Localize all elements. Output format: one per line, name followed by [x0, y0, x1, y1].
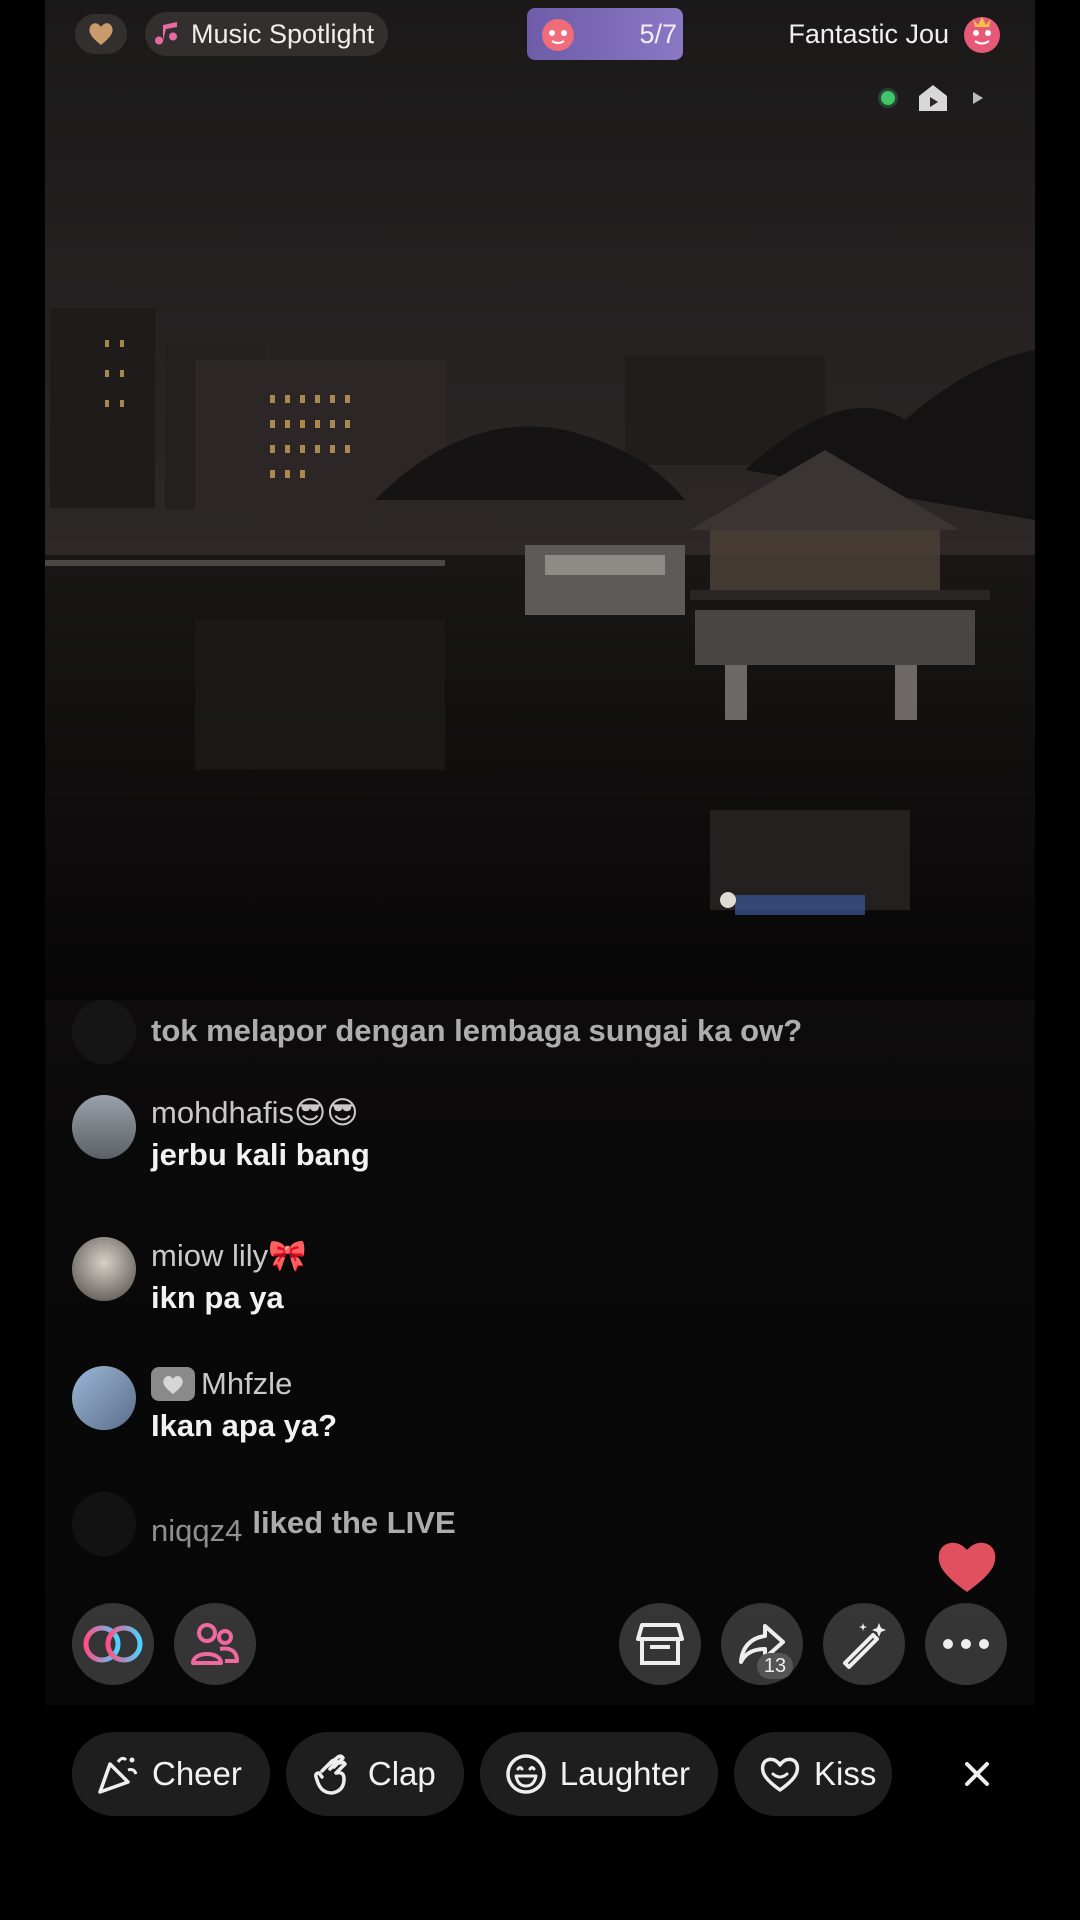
cheer-button[interactable]: Cheer	[72, 1732, 270, 1816]
people-icon	[191, 1623, 239, 1665]
host-avatar-icon	[964, 17, 1000, 53]
clap-icon	[313, 1754, 347, 1795]
magic-wand-icon	[843, 1623, 886, 1669]
ranking-pill[interactable]: 5/7	[527, 8, 683, 60]
spotlight-label: Music Spotlight	[191, 18, 375, 49]
music-spotlight-chip[interactable]: Music Spotlight	[145, 12, 389, 56]
reaction-label: Clap	[367, 1755, 436, 1792]
comment-message: ikn pa ya	[151, 1280, 284, 1315]
clap-button[interactable]: Clap	[285, 1732, 464, 1816]
comment-message: jerbu kali bang	[151, 1137, 370, 1172]
avatar	[72, 1366, 136, 1430]
avatar	[72, 1000, 136, 1064]
share-count: 13	[757, 1653, 793, 1679]
comment-item[interactable]: tok melapor dengan lembaga sungai ka ow?	[72, 1000, 802, 1064]
comment-item[interactable]: niqqz4 liked the LIVE	[72, 1492, 456, 1556]
music-note-icon	[155, 22, 177, 45]
close-icon[interactable]	[955, 1752, 999, 1796]
rank-value: 5/7	[639, 18, 677, 49]
party-popper-icon	[98, 1756, 138, 1794]
online-dot	[881, 91, 895, 105]
heart-badge-icon	[89, 23, 113, 45]
avatar	[72, 1237, 136, 1301]
live-video[interactable]	[45, 0, 1035, 1705]
link-rings-icon	[83, 1625, 143, 1663]
host-info[interactable]: Fantastic Jou	[788, 10, 1005, 58]
comment-username: miow lily🎀	[151, 1238, 307, 1273]
effects-button[interactable]	[823, 1603, 905, 1685]
laughter-button[interactable]: Laughter	[479, 1732, 719, 1816]
guests-button[interactable]	[174, 1603, 256, 1685]
mascot-icon	[542, 19, 574, 51]
top-bar: Music Spotlight 5/7 Fantastic Jou	[0, 0, 1080, 111]
shop-icon	[636, 1623, 684, 1665]
comment-username-row: Mhfzle	[151, 1366, 337, 1402]
avatar	[72, 1095, 136, 1159]
comment-item[interactable]: mohdhafis😎😎 jerbu kali bang	[72, 1095, 370, 1173]
more-options-button[interactable]	[925, 1603, 1007, 1685]
like-heart-icon	[938, 1542, 996, 1592]
reaction-bar: Cheer Clap Laughter Kiss	[72, 1732, 893, 1816]
play-house-icon[interactable]	[917, 82, 949, 114]
kiss-button[interactable]: Kiss	[734, 1732, 893, 1816]
avatar	[72, 1492, 136, 1556]
comment-item[interactable]: Mhfzle Ikan apa ya?	[72, 1366, 337, 1444]
night-river-scene	[45, 0, 1035, 1000]
fan-level-badge-icon	[151, 1367, 195, 1401]
comment-message: Ikan apa ya?	[151, 1408, 338, 1443]
reaction-label: Laughter	[559, 1755, 691, 1792]
reaction-label: Kiss	[814, 1755, 877, 1792]
comment-item[interactable]: miow lily🎀 ikn pa ya	[72, 1237, 307, 1316]
laugh-icon	[506, 1754, 546, 1794]
comment-message: liked the LIVE	[252, 1505, 456, 1540]
host-name: Fantastic Jou	[788, 18, 949, 49]
comment-message: tok melapor dengan lembaga sungai ka ow?	[151, 1013, 803, 1048]
reaction-label: Cheer	[152, 1755, 242, 1792]
more-dots-icon	[943, 1639, 989, 1649]
shop-button[interactable]	[619, 1603, 701, 1685]
comment-username: mohdhafis😎😎	[151, 1095, 359, 1130]
link-button[interactable]	[72, 1603, 154, 1685]
fan-badge[interactable]	[75, 14, 127, 54]
stream-status	[881, 82, 985, 114]
heart-outline-icon	[760, 1757, 800, 1792]
comment-username: Mhfzle	[201, 1366, 293, 1401]
comment-username: niqqz4	[151, 1512, 243, 1548]
share-button[interactable]: 13	[721, 1603, 803, 1685]
caret-right-icon[interactable]	[971, 90, 985, 106]
